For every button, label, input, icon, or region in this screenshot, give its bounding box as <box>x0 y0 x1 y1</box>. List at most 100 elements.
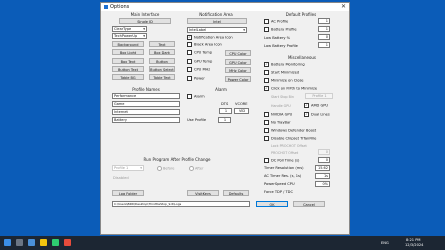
options-dialog: Options ✕ Main Interface Single ID Clear… <box>100 2 350 235</box>
box-text-button[interactable]: Box Text <box>112 58 144 64</box>
log-path-input[interactable]: C:\Users\BRD\Desktop\ThrottleStop_9.6\Lo… <box>112 201 250 207</box>
use-profile-label: Use Profile <box>187 118 207 122</box>
taskbar: ENG 8:21 PM 12/3/2024 <box>0 236 445 250</box>
click-minimize-checkbox[interactable]: ✓ Click on FIFth to Minimize <box>264 85 317 91</box>
lock-prochot-label: Lock PROCHOT Offset <box>271 144 307 148</box>
task-view-icon[interactable] <box>28 239 35 246</box>
ac-profile-input[interactable]: 1 <box>318 18 330 24</box>
mhz-color-button[interactable]: MHz Color <box>225 67 251 73</box>
power-color-button[interactable]: Power Color <box>225 76 251 82</box>
gpu-temp-checkbox[interactable]: GPU Temp <box>187 58 212 64</box>
ac-profile-checkbox[interactable]: AC Profile <box>264 18 288 24</box>
amd-gpu-checkbox[interactable]: ✓ AMD GPU <box>304 102 328 108</box>
low-battery-profile-input[interactable]: 1 <box>318 42 330 48</box>
timer-resolution-input[interactable]: 15.62 <box>315 165 330 171</box>
dts-input[interactable]: 1 <box>219 108 232 114</box>
app-icon-red[interactable] <box>64 239 71 246</box>
theme-select[interactable]: ClearType ▾ <box>112 26 147 32</box>
table-bg-button[interactable]: Table BG <box>112 74 144 80</box>
low-battery-input[interactable]: 0 <box>318 34 330 40</box>
checkbox-empty-icon <box>187 75 192 81</box>
after-radio[interactable]: After <box>189 166 203 171</box>
notification-select[interactable]: IntelLabel ▾ <box>187 27 247 33</box>
force-tdp-label: Force TDP / TDC <box>264 190 293 194</box>
ac-timer-input[interactable]: 1s <box>315 173 330 179</box>
minimize-on-close-checkbox[interactable]: Minimize on Close <box>264 77 304 83</box>
run-program-path: Disabled <box>113 176 129 180</box>
battery-profile-checkbox[interactable]: Battery Profile <box>264 26 297 32</box>
before-radio[interactable]: Before <box>157 166 174 171</box>
button-select-button[interactable]: Button Select <box>149 66 175 72</box>
windows-defender-checkbox[interactable]: Windows Defender Boost <box>264 127 316 133</box>
box-light-button[interactable]: Box Light <box>112 49 144 55</box>
defaults-button[interactable]: Defaults <box>223 190 249 196</box>
button-text-button[interactable]: Button Text <box>112 66 144 72</box>
table-text-button[interactable]: Table Text <box>149 74 175 80</box>
profile-name-input-1[interactable]: Performance <box>112 93 180 99</box>
nvidia-gpu-checkbox[interactable]: NVIDIA GPU <box>264 111 292 117</box>
dc-poll-checkbox[interactable]: DC Poll Time (s) <box>264 157 299 163</box>
profile-name-input-4[interactable]: Battery <box>112 117 180 123</box>
text-button[interactable]: Text <box>149 41 175 47</box>
box-dark-button[interactable]: Box Dark <box>149 49 175 55</box>
file-explorer-icon[interactable] <box>40 239 47 246</box>
powerspeed-cpu-input[interactable]: 0% <box>315 181 330 187</box>
checkbox-empty-icon <box>264 157 269 163</box>
clock-date[interactable]: 12/3/2024 <box>405 243 423 247</box>
vcore-input[interactable]: VID <box>234 108 249 114</box>
start-stop-profile-input[interactable]: Profile 1 <box>305 93 333 99</box>
cancel-button[interactable]: Cancel <box>293 201 325 207</box>
battery-profile-input[interactable]: 1 <box>318 26 330 32</box>
dc-poll-input[interactable]: 0 <box>318 157 330 163</box>
start-minimized-checkbox[interactable]: Start Minimized <box>264 69 299 75</box>
chevron-down-icon: ▾ <box>143 27 145 31</box>
run-program-header: Run Program After Profile Change <box>143 157 211 162</box>
cpu-mhz-checkbox[interactable]: CPU MHz <box>187 66 210 72</box>
disable-chipset-checkbox[interactable]: Disable Chipset TiTanFille <box>264 135 316 141</box>
prochot-offset-label: PROCHOT Offset <box>271 151 299 155</box>
dual-lines-checkbox[interactable]: ✓ Dual Lines <box>304 111 330 117</box>
checkbox-empty-icon <box>187 49 192 55</box>
visit-keys-button[interactable]: VisitKeys <box>187 190 219 196</box>
close-icon[interactable]: ✕ <box>341 3 346 11</box>
app-icon-green[interactable] <box>52 239 59 246</box>
power-checkbox[interactable]: Power <box>187 75 205 81</box>
cpu-color-button[interactable]: CPU Color <box>225 50 251 56</box>
intel-button[interactable]: Intel <box>187 18 247 24</box>
no-tray-bar-checkbox[interactable]: No TrayBar <box>264 119 291 125</box>
profile-name-input-3[interactable]: Internet <box>112 109 180 115</box>
background-button[interactable]: Background <box>112 41 144 47</box>
start-stop-bin-label: Start Stop Bin <box>271 95 294 99</box>
start-icon[interactable] <box>4 239 11 246</box>
use-profile-input[interactable]: 1 <box>218 117 231 123</box>
search-icon[interactable] <box>16 239 23 246</box>
button-color-button[interactable]: Button <box>149 58 175 64</box>
notification-icon-checkbox[interactable]: ✓ Notification Area Icon <box>187 34 233 40</box>
checkbox-checked-icon: ✓ <box>264 61 269 67</box>
chevron-down-icon: ▾ <box>140 166 142 170</box>
checkbox-empty-icon <box>264 127 269 133</box>
single-id-button[interactable]: Single ID <box>119 18 171 24</box>
black-icon-checkbox[interactable]: Black Area Icon <box>187 41 222 47</box>
clock-time[interactable]: 8:21 PM <box>406 238 420 242</box>
checkbox-checked-icon: ✓ <box>304 102 309 108</box>
ok-button[interactable]: OK <box>256 201 288 207</box>
window-title: Options <box>110 4 130 10</box>
prochot-offset-input[interactable]: 0 <box>318 149 330 155</box>
miscellaneous-header: Miscellaneous <box>287 55 317 60</box>
font-select[interactable]: TechPowerUp ▾ <box>112 33 147 39</box>
log-folder-button[interactable]: Log Folder <box>112 190 144 196</box>
run-profile-select[interactable]: Profile 1 ▾ <box>112 165 144 171</box>
chevron-down-icon: ▾ <box>243 28 245 32</box>
alarm-checkbox[interactable]: Alarm <box>187 93 205 99</box>
checkbox-checked-icon: ✓ <box>264 85 269 91</box>
timer-resolution-label: Timer Resolution (ms) <box>264 166 304 170</box>
checkbox-checked-icon: ✓ <box>304 111 309 117</box>
checkbox-empty-icon <box>264 111 269 117</box>
main-interface-header: Main Interface <box>130 12 160 17</box>
battery-monitoring-checkbox[interactable]: ✓ Battery Monitoring <box>264 61 305 67</box>
gpu-color-button[interactable]: GPU Color <box>225 59 251 65</box>
profile-name-input-2[interactable]: Game <box>112 101 180 107</box>
cpu-temp-checkbox[interactable]: CPU Temp <box>187 49 212 55</box>
language-indicator[interactable]: ENG <box>381 241 389 245</box>
